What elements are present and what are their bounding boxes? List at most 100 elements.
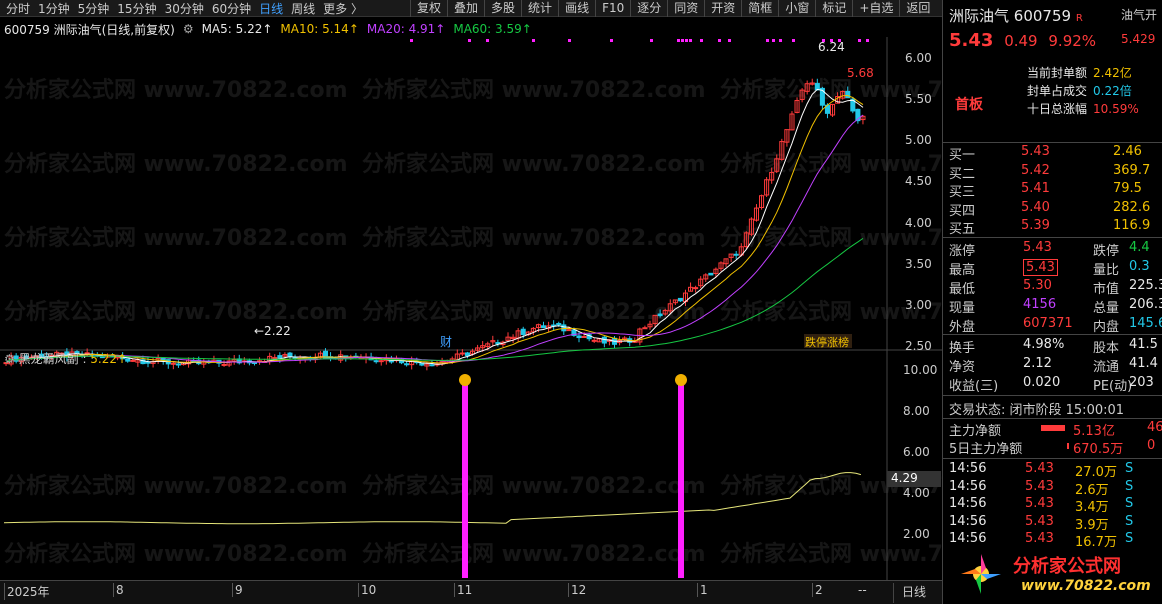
toolbar-button[interactable]: F10 <box>595 0 630 17</box>
list-marker[interactable]: 跌停涨榜 <box>805 335 849 349</box>
quote-value: 5.43 <box>1023 240 1052 255</box>
orderbook-row: 买二 5.42 369.7 <box>949 163 1162 182</box>
settings-icon[interactable]: ⚙ <box>183 22 194 36</box>
quote-label: 最高 <box>949 263 976 278</box>
toolbar-button[interactable]: 复权 <box>410 0 447 17</box>
fund-label: PE(动) <box>1093 379 1133 394</box>
indicator-value: 5.22↑ <box>90 352 128 366</box>
indicator-tick: 6.00 <box>903 445 930 459</box>
limit-dot <box>866 39 869 42</box>
quote-label: 总量 <box>1093 301 1120 316</box>
candle-body <box>556 323 562 326</box>
fund-value: 41.4 <box>1129 356 1158 371</box>
toolbar-button[interactable]: 返回 <box>899 0 936 17</box>
candle-body <box>708 272 714 276</box>
logo-url: www.70822.com <box>1021 578 1151 594</box>
toolbar-button[interactable]: 多股 <box>484 0 521 17</box>
quote-panel: 洲际油气 600759 R 油气开 5.429 5.43 0.49 9.92% … <box>942 0 1162 604</box>
period-tab[interactable]: 1分钟 <box>38 0 70 17</box>
toolbar-button[interactable]: 开资 <box>704 0 741 17</box>
candle-body <box>642 327 648 330</box>
seal-stat-value: 10.59% <box>1093 102 1139 116</box>
candle-body <box>566 329 572 332</box>
indicator-title: 黑龙霸风副 <box>18 352 79 366</box>
high-label: 6.24 <box>818 40 845 54</box>
limit-dot <box>772 39 775 42</box>
side-tab[interactable]: 油气开 <box>1121 6 1162 22</box>
price-tick: 4.50 <box>905 174 932 189</box>
period-tab[interactable]: 分时 <box>6 0 30 17</box>
ma5-line <box>5 88 864 365</box>
fund-label: 换手 <box>949 341 976 356</box>
candle-body <box>378 360 384 363</box>
period-tab[interactable]: 更多 〉 <box>323 0 363 17</box>
orderbook-price: 5.39 <box>1021 218 1050 233</box>
limit-dot <box>650 39 653 42</box>
fund-label: 收益(三) <box>949 379 999 394</box>
tick-time: 14:56 <box>949 513 987 529</box>
fund-label: 股本 <box>1093 341 1120 356</box>
more-button[interactable]: -- <box>858 583 867 597</box>
tick-side: S <box>1125 461 1134 476</box>
orderbook-row: 买五 5.39 116.9 <box>949 218 1162 237</box>
indicator-tick: 2.00 <box>903 527 930 541</box>
orderbook-level: 买五 <box>949 222 976 237</box>
capital-label: 5日主力净额 <box>949 442 1023 457</box>
period-tab[interactable]: 周线 <box>291 0 315 17</box>
finance-marker[interactable]: 财 <box>440 335 452 349</box>
tick-side: S <box>1125 478 1134 494</box>
toolbar-button[interactable]: 小窗 <box>778 0 815 17</box>
signal-icon <box>459 374 471 386</box>
gear-icon[interactable]: ⚙ <box>4 352 15 366</box>
period-button[interactable]: 日线 <box>893 583 926 603</box>
time-tick: 2 <box>812 583 823 597</box>
time-tick: 8 <box>113 583 124 597</box>
limit-dot <box>700 39 703 42</box>
limit-dot <box>685 39 688 42</box>
kline-chart[interactable]: 6.245.68 ←2.22 财 跌停涨榜 <box>0 37 942 585</box>
quote-label: 涨停 <box>949 244 976 259</box>
toolbar-button[interactable]: 标记 <box>815 0 852 17</box>
quote-label: 最低 <box>949 282 976 297</box>
candle-body <box>576 335 582 339</box>
toolbar-button[interactable]: 同资 <box>667 0 704 17</box>
time-tick: 1 <box>697 583 708 597</box>
ma20-line <box>5 114 864 364</box>
price-tick: 5.50 <box>905 92 932 107</box>
period-tab[interactable]: 60分钟 <box>212 0 251 17</box>
candle-body <box>561 324 567 332</box>
orderbook-row: 买三 5.41 79.5 <box>949 181 1162 200</box>
toolbar-button[interactable]: +自选 <box>852 0 899 17</box>
period-tab[interactable]: 5分钟 <box>78 0 110 17</box>
period-tab[interactable]: 日线 <box>259 0 283 17</box>
quote-value: 5.30 <box>1023 278 1052 293</box>
indicator-tick: 8.00 <box>903 404 930 418</box>
capital-extra: 0 <box>1147 438 1156 453</box>
quote-value: 225.3 <box>1129 278 1162 293</box>
fund-value: 41.5 <box>1129 337 1158 352</box>
capital-value: 670.5万 <box>1073 442 1124 457</box>
toolbar-button[interactable]: 画线 <box>558 0 595 17</box>
candle-body <box>404 363 410 366</box>
stock-title: 600759 洲际油气(日线,前复权) <box>4 22 175 37</box>
candle-body <box>845 90 851 99</box>
period-tab[interactable]: 15分钟 <box>117 0 156 17</box>
chart-toolbar: 分时 1分钟 5分钟 15分钟 30分钟 60分钟 日线 周线 更多 〉 复权 叠加 多股 统计 画线 F… <box>0 0 942 17</box>
toolbar-button[interactable]: 叠加 <box>447 0 484 17</box>
toolbar-button[interactable]: 统计 <box>521 0 558 17</box>
quote-value: 4156 <box>1023 297 1057 312</box>
seal-stat-label: 封单占成交 <box>1027 84 1088 98</box>
seal-stat-label: 十日总涨幅 <box>1027 102 1088 116</box>
toolbar-button[interactable]: 逐分 <box>630 0 667 17</box>
ma10-label: MA10: 5.14↑ <box>280 22 359 36</box>
stock-code: 600759 <box>1013 7 1072 25</box>
tick-side: S <box>1125 513 1134 529</box>
ma60-line <box>5 237 864 364</box>
toolbar-button[interactable]: 简框 <box>741 0 778 17</box>
toolbar-buttons: 复权 叠加 多股 统计 画线 F10 逐分 同资 开资 简框 小窗 标记 +自选 返回 <box>410 0 936 17</box>
candle-body <box>657 313 663 317</box>
trade-state: 交易状态: 闭市阶段 15:00:01 <box>949 403 1125 418</box>
signal-icon <box>675 374 687 386</box>
side-value: 5.429 <box>1121 32 1156 46</box>
period-tab[interactable]: 30分钟 <box>165 0 204 17</box>
